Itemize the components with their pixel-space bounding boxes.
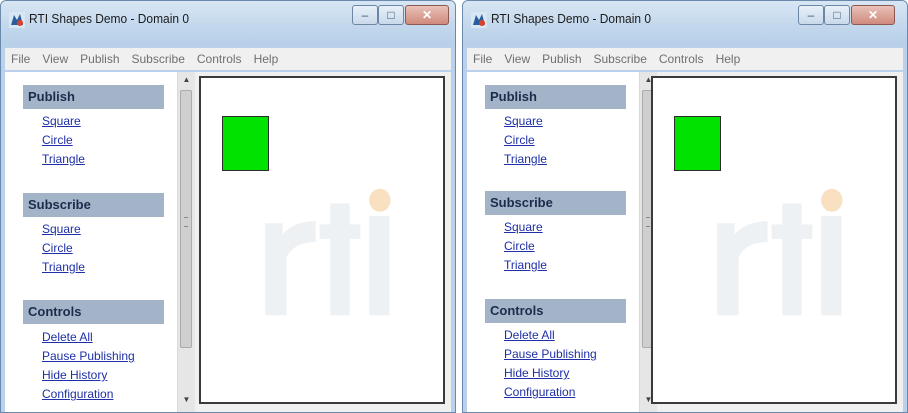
sidebar-panel: Publish Square Circle Triangle Subscribe… (5, 72, 178, 412)
subscribe-triangle-link[interactable]: Triangle (504, 258, 547, 272)
publish-square-link[interactable]: Square (504, 114, 543, 128)
subscribe-circle-link[interactable]: Circle (504, 239, 535, 253)
menu-subscribe[interactable]: Subscribe (588, 52, 653, 66)
minimize-icon: – (807, 8, 815, 22)
green-square-shape[interactable] (222, 116, 269, 171)
publish-circle-link[interactable]: Circle (504, 133, 535, 147)
menu-bar: File View Publish Subscribe Controls Hel… (5, 48, 451, 70)
hide-history-link[interactable]: Hide History (42, 368, 107, 382)
controls-section-header: Controls (485, 299, 626, 323)
menu-subscribe[interactable]: Subscribe (126, 52, 191, 66)
close-button[interactable]: ✕ (851, 5, 895, 25)
subscribe-circle-link[interactable]: Circle (42, 241, 73, 255)
close-icon: ✕ (421, 8, 433, 22)
scroll-down-arrow-icon[interactable]: ▼ (178, 392, 195, 408)
close-button[interactable]: ✕ (405, 5, 449, 25)
menu-help[interactable]: Help (710, 52, 747, 66)
window-title: RTI Shapes Demo - Domain 0 (29, 11, 189, 26)
client-area: Publish Square Circle Triangle Subscribe… (5, 72, 451, 412)
window-title: RTI Shapes Demo - Domain 0 (491, 11, 651, 26)
publish-section-header: Publish (485, 85, 626, 109)
configuration-link[interactable]: Configuration (504, 385, 575, 399)
subscribe-section-header: Subscribe (485, 191, 626, 215)
configuration-link[interactable]: Configuration (42, 387, 113, 401)
publish-section-header: Publish (23, 85, 164, 109)
shapes-canvas[interactable] (651, 76, 897, 404)
controls-section-header: Controls (23, 300, 164, 324)
menu-view[interactable]: View (36, 52, 74, 66)
menu-publish[interactable]: Publish (74, 52, 125, 66)
rti-app-icon (471, 12, 487, 28)
menu-view[interactable]: View (498, 52, 536, 66)
subscribe-square-link[interactable]: Square (504, 220, 543, 234)
delete-all-link[interactable]: Delete All (42, 330, 93, 344)
title-bar[interactable]: RTI Shapes Demo - Domain 0 – □ ✕ (1, 1, 455, 45)
minimize-button[interactable]: – (798, 5, 824, 25)
shapes-demo-window-1: RTI Shapes Demo - Domain 0 – □ ✕ File Vi… (0, 0, 456, 413)
publish-square-link[interactable]: Square (42, 114, 81, 128)
rti-app-icon (9, 12, 25, 28)
publish-triangle-link[interactable]: Triangle (504, 152, 547, 166)
sidebar-scrollbar[interactable]: ▲ ▼ (177, 72, 195, 412)
client-area: Publish Square Circle Triangle Subscribe… (467, 72, 903, 412)
maximize-button[interactable]: □ (378, 5, 404, 25)
menu-file[interactable]: File (467, 52, 498, 66)
maximize-icon: □ (387, 8, 395, 22)
title-bar[interactable]: RTI Shapes Demo - Domain 0 – □ ✕ (463, 1, 907, 45)
publish-circle-link[interactable]: Circle (42, 133, 73, 147)
maximize-button[interactable]: □ (824, 5, 850, 25)
minimize-button[interactable]: – (352, 5, 378, 25)
grip-icon (646, 217, 650, 227)
subscribe-square-link[interactable]: Square (42, 222, 81, 236)
scroll-thumb[interactable] (180, 90, 192, 348)
pause-publishing-link[interactable]: Pause Publishing (42, 349, 135, 363)
menu-publish[interactable]: Publish (536, 52, 587, 66)
scroll-up-arrow-icon[interactable]: ▲ (178, 72, 195, 88)
minimize-icon: – (361, 8, 369, 22)
subscribe-section-header: Subscribe (23, 193, 164, 217)
menu-controls[interactable]: Controls (191, 52, 248, 66)
menu-help[interactable]: Help (248, 52, 285, 66)
close-icon: ✕ (867, 8, 879, 22)
pause-publishing-link[interactable]: Pause Publishing (504, 347, 597, 361)
grip-icon (184, 217, 188, 227)
delete-all-link[interactable]: Delete All (504, 328, 555, 342)
shapes-demo-window-2: RTI Shapes Demo - Domain 0 – □ ✕ File Vi… (462, 0, 908, 413)
menu-controls[interactable]: Controls (653, 52, 710, 66)
sidebar-panel: Publish Square Circle Triangle Subscribe… (467, 72, 640, 412)
maximize-icon: □ (833, 8, 841, 22)
menu-file[interactable]: File (5, 52, 36, 66)
green-square-shape[interactable] (674, 116, 721, 171)
hide-history-link[interactable]: Hide History (504, 366, 569, 380)
publish-triangle-link[interactable]: Triangle (42, 152, 85, 166)
shapes-canvas[interactable] (199, 76, 445, 404)
menu-bar: File View Publish Subscribe Controls Hel… (467, 48, 903, 70)
subscribe-triangle-link[interactable]: Triangle (42, 260, 85, 274)
